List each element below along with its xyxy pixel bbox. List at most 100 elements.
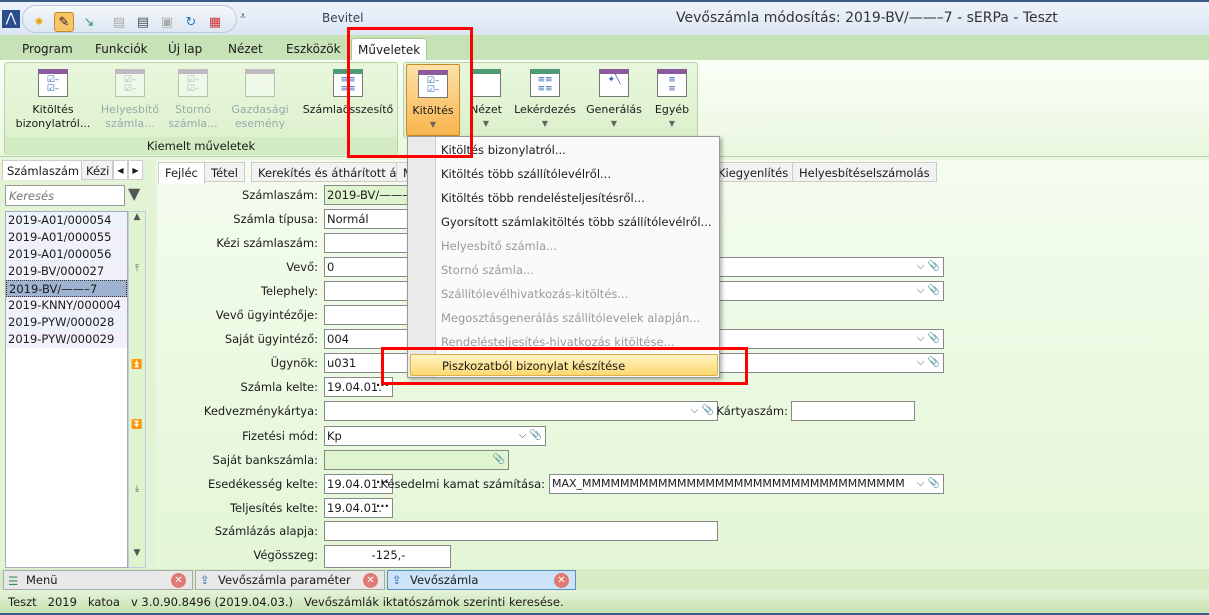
menu-item-rendelesteljesites-hivatkozas: Rendelésteljesítés-hivatkozás kitöltése.…	[441, 335, 675, 349]
menu-item-kitoltes-tobb-rendelesteljesitesrol[interactable]: Kitöltés több rendelésteljesítésről...	[441, 187, 645, 209]
szamla-kelte-field[interactable]: 19.04.01. ···	[324, 377, 393, 397]
copy-doc-icon[interactable]: ▤	[133, 12, 153, 32]
window-tab-vevoszamla-parameter[interactable]: ⇪ Vevőszámla paraméter ✕	[195, 570, 385, 590]
vegosszeg-field: -125,-	[324, 545, 451, 568]
generalas-dropdown-button[interactable]: ✦╲ Generálás ▼	[584, 69, 644, 131]
label-vevo-ugyintezoje: Vevő ügyintézője:	[215, 308, 318, 322]
button-label: Egyéb	[654, 103, 690, 116]
menu-item-piszkozatbol-bizonylat[interactable]: Piszkozatból bizonylat készítése	[410, 354, 718, 376]
tab-uj-lap[interactable]: Új lap	[162, 38, 208, 60]
export-icon[interactable]: ↘	[79, 12, 99, 32]
list-item[interactable]: 2019-BV/000027	[6, 263, 127, 280]
tab-funkciok[interactable]: Funkciók	[89, 38, 154, 60]
kartyaszam-field[interactable]	[791, 401, 915, 421]
close-icon[interactable]: ✕	[554, 573, 569, 588]
storno-szamla-button[interactable]: ☑– ☑– Stornó számla...	[165, 69, 221, 131]
attach-doc-icon[interactable]: ▤	[109, 12, 129, 32]
szamlaosszesito-button[interactable]: ≡≡ ≡≡ Számlaösszesítő	[301, 69, 395, 117]
list-item[interactable]: 2019-A01/000054	[6, 212, 127, 229]
kitoltes-dropdown-button[interactable]: ☑– ☑– Kitöltés ▼	[406, 64, 460, 136]
fizetesi-mod-value: Kp	[327, 429, 342, 443]
quick-access-toolbar: ✷ ✎ ↘ ▤ ▤ ▣ ↻ ▦	[22, 5, 237, 33]
chevron-down-attach-icon[interactable]: ⌵ 📎	[519, 427, 542, 445]
helyesbito-szamla-button[interactable]: ☑– ☑– Helyesbítő számla...	[97, 69, 163, 131]
date-picker-icon[interactable]: ···	[376, 378, 389, 394]
window-tab-menu[interactable]: ☰ Menü ✕	[3, 570, 193, 590]
menu-item-kitoltes-tobb-szallitolevelrol[interactable]: Kitöltés több szállítólevélről...	[441, 163, 611, 185]
table-icon: ≡≡ ≡≡	[530, 69, 560, 97]
edit-icon[interactable]: ✎	[54, 12, 74, 32]
chevron-down-attach-icon[interactable]: ⌵ 📎	[917, 330, 940, 348]
search-input[interactable]	[5, 185, 125, 206]
button-label: Számlaösszesítő	[302, 103, 394, 116]
close-icon[interactable]: ✕	[171, 573, 186, 588]
chevron-down-attach-icon[interactable]: ⌵ 📎	[917, 354, 940, 372]
tab-fejlec[interactable]: Fejléc	[158, 162, 205, 184]
list-item[interactable]: 2019-A01/000055	[6, 229, 127, 246]
tab-muveletek[interactable]: Műveletek	[351, 38, 427, 60]
teljesites-kelte-value: 19.04.01.	[327, 501, 382, 515]
gazdasagi-esemeny-button[interactable]: Gazdasági esemény	[227, 69, 293, 131]
checklist-icon: ☑– ☑–	[178, 69, 208, 97]
customize-toolbar-icon[interactable]: ⩡	[240, 11, 246, 22]
label-kedvezmenykartya: Kedvezménykártya:	[203, 404, 318, 418]
chevron-down-attach-icon[interactable]: ⌵ 📎	[917, 282, 940, 300]
teljesites-kelte-field[interactable]: 19.04.01. ···	[324, 498, 393, 518]
kesedelmi-kamat-field[interactable]: MAX_MMMMMMMMMMMMMMMMMMMMMMMMMMMMMMMMMM ⌵ …	[549, 474, 944, 494]
button-label: Nézet	[470, 103, 502, 116]
list-item[interactable]: 2019-PYW/000029	[6, 331, 127, 348]
chevron-down-attach-icon[interactable]: ⌵ 📎	[916, 475, 940, 493]
egyeb-dropdown-button[interactable]: ≡ ≡ Egyéb ▼	[650, 69, 694, 131]
tab-nezet[interactable]: Nézet	[222, 38, 269, 60]
ugynok-value: u031	[327, 356, 357, 370]
context-label: Bevitel	[322, 11, 364, 25]
tab-kezi-szamlaszam[interactable]: Kézi s	[81, 160, 113, 180]
tab-kiegyenlites[interactable]: Kiegyenlítés	[711, 162, 796, 182]
tab-scroll-left[interactable]: ◀	[113, 160, 128, 180]
attach-icon[interactable]: 📎	[493, 451, 505, 469]
window-up-icon: ⇪	[200, 573, 210, 587]
label-kezi-szamlaszam: Kézi számlaszám:	[216, 236, 318, 250]
close-icon[interactable]: ✕	[363, 573, 378, 588]
sql-icon[interactable]: ▦	[205, 12, 225, 32]
label-esedekesseg-kelte: Esedékesség kelte:	[207, 477, 318, 491]
menu-item-storno-szamla: Stornó számla...	[441, 263, 534, 277]
invoice-list: 2019-A01/000054 2019-A01/000055 2019-A01…	[5, 211, 128, 568]
button-label: Generálás	[586, 103, 642, 116]
group-label: Kiemelt műveletek	[5, 137, 397, 155]
label-fizetesi-mod: Fizetési mód:	[242, 429, 318, 443]
tab-kerekites[interactable]: Kerekítés és áthárított áfa	[251, 162, 415, 182]
tab-program[interactable]: Program	[16, 38, 79, 60]
menu-item-kitoltes-bizonylatrol[interactable]: Kitöltés bizonylatról...	[441, 139, 566, 161]
list-item-selected[interactable]: 2019-BV/——–7	[6, 280, 127, 297]
save-icon[interactable]: ▣	[157, 12, 177, 32]
szamla-kelte-value: 19.04.01.	[327, 380, 382, 394]
label-szamlaszam: Számlaszám:	[242, 188, 318, 202]
szamlazas-alapja-field[interactable]	[324, 521, 718, 541]
fizetesi-mod-field[interactable]: Kp ⌵ 📎	[324, 426, 546, 446]
list-item[interactable]: 2019-A01/000056	[6, 246, 127, 263]
sajat-bankszamla-field[interactable]: 📎	[324, 450, 509, 470]
window-tabs: ☰ Menü ✕ ⇪ Vevőszámla paraméter ✕ ⇪ Vevőszáml…	[0, 569, 1209, 590]
tab-eszkozok[interactable]: Eszközök	[280, 38, 347, 60]
tab-label: Menü	[26, 573, 58, 587]
refresh-icon[interactable]: ↻	[181, 12, 201, 32]
lekerdezes-dropdown-button[interactable]: ≡≡ ≡≡ Lekérdezés ▼	[512, 69, 578, 131]
new-icon[interactable]: ✷	[29, 12, 49, 32]
menu-tree-icon: ☰	[8, 574, 19, 588]
nezet-dropdown-button[interactable]: Nézet ▼	[466, 69, 506, 131]
kitoltes-bizonylatrol-button[interactable]: ☑– ☑– Kitöltés bizonylatról...	[13, 69, 93, 131]
menu-item-gyorsitott-szamlakitoltes[interactable]: Gyorsított számlakitöltés több szállítól…	[441, 211, 712, 233]
tab-szamlaszam[interactable]: Számlaszám	[2, 160, 85, 180]
tab-scroll-right[interactable]: ▶	[128, 160, 143, 180]
list-item[interactable]: 2019-PYW/000028	[6, 314, 127, 331]
menu-item-helyesbito-szamla: Helyesbítő számla...	[441, 239, 557, 253]
window-tab-vevoszamla[interactable]: ⇪ Vevőszámla ✕	[387, 570, 576, 590]
list-item[interactable]: 2019-KNNY/000004	[6, 297, 127, 314]
date-picker-icon[interactable]: ···	[376, 499, 389, 515]
tab-helyesbiteselszamolas[interactable]: Helyesbítéselszámolás	[792, 162, 937, 182]
button-label: Kitöltés	[32, 103, 74, 116]
chevron-down-attach-icon[interactable]: ⌵ 📎	[917, 258, 940, 276]
tab-tetel[interactable]: Tétel	[204, 162, 245, 182]
button-label: Kitöltés	[412, 104, 454, 117]
